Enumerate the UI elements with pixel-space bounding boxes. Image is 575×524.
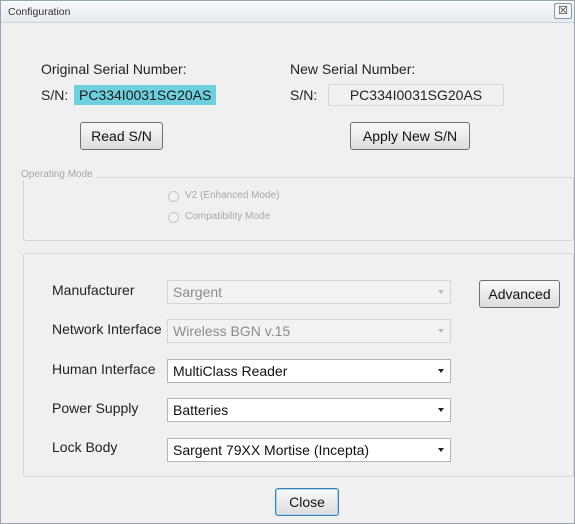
network-interface-combo: Wireless BGN v.15 [167,319,451,343]
network-interface-value: Wireless BGN v.15 [173,323,291,339]
original-serial-label: Original Serial Number: [41,61,187,77]
new-sn-prefix: S/N: [290,87,318,103]
compatibility-mode-label: Compatibility Mode [185,211,271,222]
operating-mode-group [23,177,574,241]
power-supply-value: Batteries [173,402,229,418]
manufacturer-label: Manufacturer [52,282,135,298]
chevron-down-icon [438,329,444,333]
close-button[interactable]: Close [275,488,339,516]
chevron-down-icon[interactable] [438,369,444,373]
chevron-down-icon [438,290,444,294]
new-serial-input[interactable]: PC334I0031SG20AS [328,84,504,106]
power-supply-combo[interactable]: Batteries [167,398,451,422]
v2-enhanced-radio [168,191,179,202]
lock-body-combo[interactable]: Sargent 79XX Mortise (Incepta) [167,438,451,462]
original-serial-value: PC334I0031SG20AS [74,85,217,105]
human-interface-label: Human Interface [52,361,156,377]
lock-body-label: Lock Body [52,439,118,455]
new-serial-label: New Serial Number: [290,61,416,77]
lock-body-value: Sargent 79XX Mortise (Incepta) [173,442,370,458]
operating-mode-title: Operating Mode [18,169,96,180]
read-sn-button[interactable]: Read S/N [80,122,163,150]
window-title: Configuration [8,6,71,18]
human-interface-combo[interactable]: MultiClass Reader [167,359,451,383]
original-sn-prefix: S/N: [41,87,69,103]
v2-enhanced-label: V2 (Enhanced Mode) [185,190,280,201]
title-bar: Configuration ☒ [1,1,574,23]
chevron-down-icon[interactable] [438,448,444,452]
compatibility-mode-radio [168,212,179,223]
power-supply-label: Power Supply [52,400,139,416]
manufacturer-combo: Sargent [167,280,451,304]
window-close-icon[interactable]: ☒ [554,3,572,19]
network-interface-label: Network Interface [52,321,162,337]
configuration-window: Configuration ☒ Original Serial Number: … [0,0,575,524]
human-interface-value: MultiClass Reader [173,363,288,379]
manufacturer-value: Sargent [173,284,223,300]
advanced-button[interactable]: Advanced [479,280,560,308]
chevron-down-icon[interactable] [438,408,444,412]
apply-new-sn-button[interactable]: Apply New S/N [350,122,470,150]
